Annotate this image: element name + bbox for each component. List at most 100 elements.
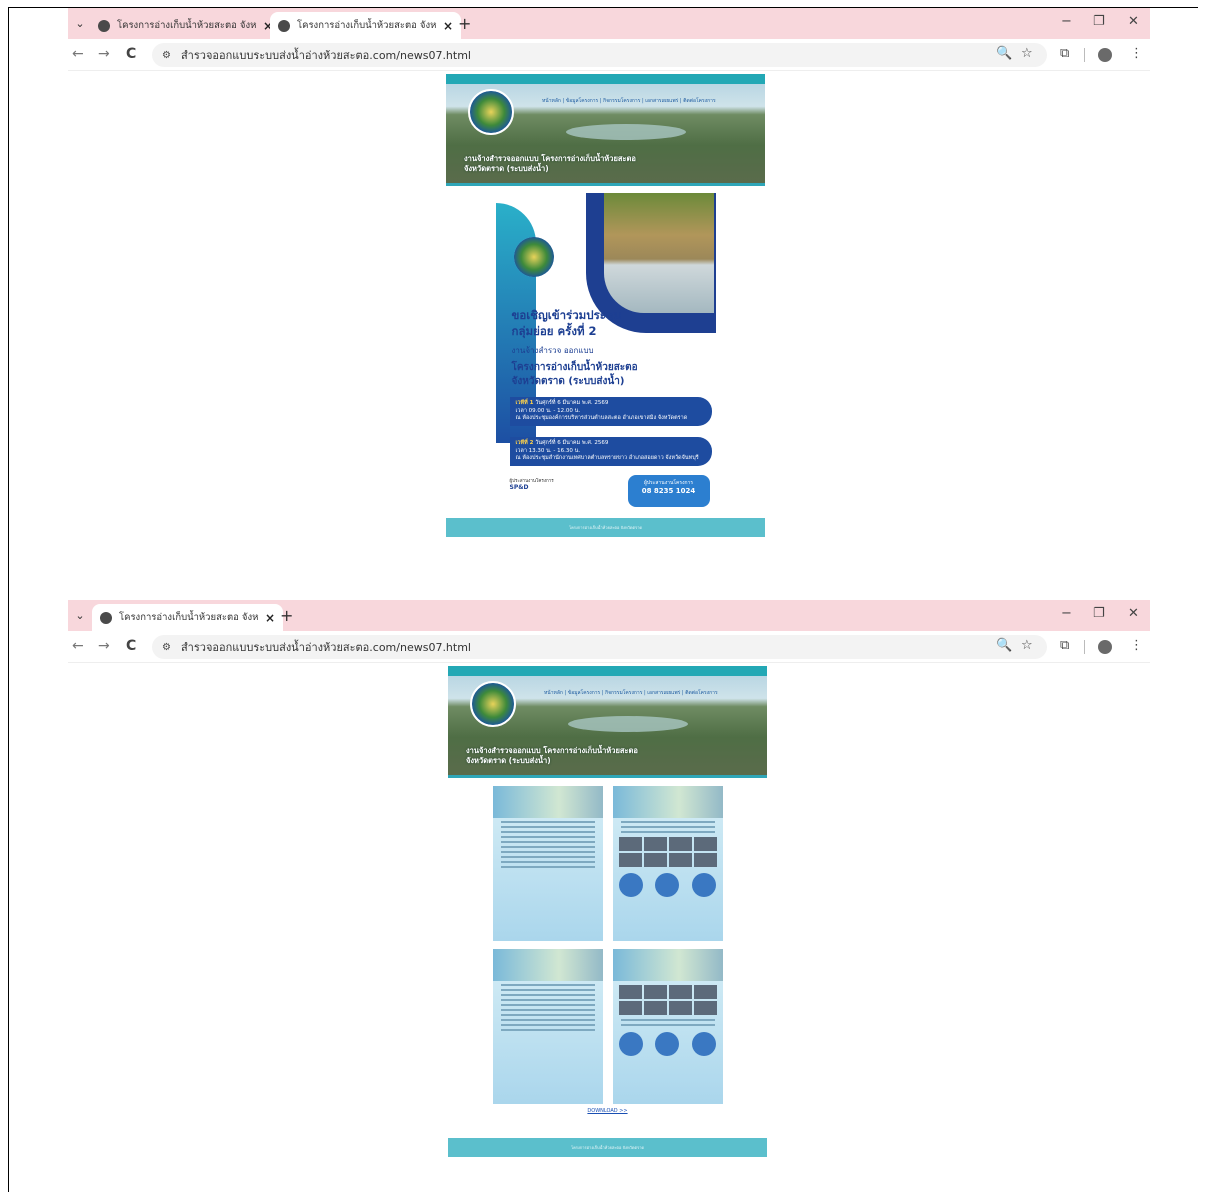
banner-divider <box>446 183 765 186</box>
banner-title: งานจ้างสำรวจออกแบบ โครงการอ่างเก็บน้ำห้ว… <box>466 746 638 766</box>
photo-thumbnail <box>643 985 667 999</box>
globe-icon <box>98 19 110 32</box>
photo-thumbnail <box>693 837 717 851</box>
stat-circle <box>692 1032 717 1056</box>
document-page-4[interactable] <box>612 949 723 1104</box>
bookmark-star-icon[interactable]: ☆ <box>1021 638 1033 653</box>
new-tab-button[interactable]: + <box>280 606 293 625</box>
photo-thumbnail <box>618 837 642 851</box>
text-line <box>500 851 595 853</box>
new-tab-button[interactable]: + <box>458 14 471 33</box>
document-page-2[interactable] <box>612 786 723 941</box>
site-menu[interactable]: หน้าหลัก | ข้อมูลโครงการ | กิจกรรมโครงกา… <box>542 97 716 105</box>
bookmark-star-icon[interactable]: ☆ <box>1021 46 1033 61</box>
window-close-button[interactable]: ✕ <box>1128 606 1139 621</box>
tab-title: โครงการอ่างเก็บน้ำห้วยสะตอ จังหวัดตราด <box>117 20 257 31</box>
session-2-time: เวลา 13.30 น. - 16.30 น. <box>515 447 581 454</box>
tab-active[interactable]: โครงการอ่างเก็บน้ำห้วยสะตอ จังหวัดตราด × <box>270 12 462 39</box>
photo-thumbnails <box>618 985 717 1015</box>
menu-icon[interactable]: ⋮ <box>1130 46 1143 61</box>
document-page-3[interactable] <box>492 949 603 1104</box>
text-line <box>500 826 595 828</box>
tab-active[interactable]: โครงการอ่างเก็บน้ำห้วยสะตอ จังหวัดตราด × <box>92 604 284 631</box>
session-2-label: เวทีที่ 2 <box>515 440 534 446</box>
contact-box: ผู้ประสานงานโครงการ 08 8235 1024 <box>627 475 710 507</box>
session-1-date: วันศุกร์ที่ 6 มีนาคม พ.ศ. 2569 <box>535 400 609 406</box>
site-settings-icon[interactable]: ⚙ <box>162 642 171 653</box>
tab-search-icon[interactable]: ⌄ <box>72 16 88 32</box>
photo-thumbnails <box>618 837 717 867</box>
text-line <box>500 999 595 1001</box>
photo-thumbnail <box>693 853 717 867</box>
site-banner: หน้าหลัก | ข้อมูลโครงการ | กิจกรรมโครงกา… <box>448 676 767 778</box>
session-1-place: ณ ห้องประชุมองค์การบริหารส่วนตำบลสะตอ อำ… <box>515 415 688 421</box>
extensions-icon[interactable]: ⧉ <box>1060 638 1069 653</box>
text-line <box>500 861 595 863</box>
text-line <box>500 841 595 843</box>
forward-button[interactable]: → <box>98 638 110 654</box>
web-page: หน้าหลัก | ข้อมูลโครงการ | กิจกรรมโครงกา… <box>446 74 765 537</box>
banner-title-line1: งานจ้างสำรวจออกแบบ โครงการอ่างเก็บน้ำห้ว… <box>464 154 636 163</box>
site-menu[interactable]: หน้าหลัก | ข้อมูลโครงการ | กิจกรรมโครงกา… <box>544 689 718 697</box>
restore-button[interactable]: ❐ <box>1093 14 1105 29</box>
minimize-button[interactable]: − <box>1061 606 1072 621</box>
toolbar-separator <box>1084 48 1085 62</box>
stat-circle <box>618 873 643 897</box>
text-line <box>500 846 595 848</box>
banner-title-line1: งานจ้างสำรวจออกแบบ โครงการอ่างเก็บน้ำห้ว… <box>466 746 638 755</box>
stat-circle <box>655 1032 680 1056</box>
photo-thumbnail <box>618 1001 642 1015</box>
back-button[interactable]: ← <box>72 46 84 62</box>
poster-project: โครงการอ่างเก็บน้ำห้วยสะตอ จังหวัดตราด (… <box>512 361 702 389</box>
photo-thumbnail <box>643 837 667 851</box>
close-icon[interactable]: × <box>265 611 275 625</box>
poster-subtitle: งานจ้างสำรวจ ออกแบบ <box>511 346 594 355</box>
minimize-button[interactable]: − <box>1061 14 1072 29</box>
agency-logo <box>468 89 514 135</box>
poster-title-line1: ขอเชิญเข้าร่วมประชุม <box>511 308 622 322</box>
text-line <box>500 1029 595 1031</box>
poster-title-line2: กลุ่มย่อย ครั้งที่ 2 <box>511 324 597 338</box>
contact-phone: 08 8235 1024 <box>641 487 696 495</box>
address-bar[interactable]: ⚙ สำรวจออกแบบระบบส่งน้ำอ่างห้วยสะตอ.com/… <box>152 635 1047 659</box>
banner-title-line2: จังหวัดตราด (ระบบส่งน้ำ) <box>464 164 549 173</box>
web-page: หน้าหลัก | ข้อมูลโครงการ | กิจกรรมโครงกา… <box>448 666 767 1157</box>
forward-button[interactable]: → <box>98 46 110 62</box>
dam-photo <box>603 193 714 313</box>
address-bar[interactable]: ⚙ สำรวจออกแบบระบบส่งน้ำอ่างห้วยสะตอ.com/… <box>152 43 1047 67</box>
tab-title: โครงการอ่างเก็บน้ำห้วยสะตอ จังหวัดตราด <box>297 20 437 31</box>
tab-search-icon[interactable]: ⌄ <box>72 608 88 624</box>
page-header-image <box>492 786 603 818</box>
text-line <box>620 1019 715 1021</box>
profile-avatar[interactable] <box>1098 640 1112 654</box>
poster-title: ขอเชิญเข้าร่วมประชุม กลุ่มย่อย ครั้งที่ … <box>512 307 702 339</box>
header-bar <box>448 666 767 676</box>
session-1-box: เวทีที่ 1 วันศุกร์ที่ 6 มีนาคม พ.ศ. 2569… <box>509 397 712 426</box>
restore-button[interactable]: ❐ <box>1093 606 1105 621</box>
menu-icon[interactable]: ⋮ <box>1130 638 1143 653</box>
close-icon[interactable]: × <box>443 19 453 33</box>
agency-logo <box>470 681 516 727</box>
stat-circle <box>655 873 680 897</box>
stat-circle <box>692 873 717 897</box>
tab-inactive[interactable]: โครงการอ่างเก็บน้ำห้วยสะตอ จังหวัดตราด × <box>90 12 281 39</box>
back-button[interactable]: ← <box>72 638 84 654</box>
stat-circles <box>613 873 723 897</box>
photo-thumbnail <box>668 985 692 999</box>
text-line <box>500 831 595 833</box>
poster-project-line1: โครงการอ่างเก็บน้ำห้วยสะตอ <box>511 362 638 373</box>
download-link[interactable]: DOWNLOAD >> <box>587 1108 627 1114</box>
reload-button[interactable]: C <box>126 46 136 62</box>
session-1-label: เวทีที่ 1 <box>515 400 534 406</box>
session-2-box: เวทีที่ 2 วันศุกร์ที่ 6 มีนาคม พ.ศ. 2569… <box>509 437 712 466</box>
zoom-icon[interactable]: 🔍 <box>996 46 1012 61</box>
document-page-1[interactable] <box>492 786 603 941</box>
profile-avatar[interactable] <box>1098 48 1112 62</box>
text-line <box>620 1024 715 1026</box>
tab-bar: ⌄ โครงการอ่างเก็บน้ำห้วยสะตอ จังหวัดตราด… <box>68 600 1150 631</box>
window-close-button[interactable]: ✕ <box>1128 14 1139 29</box>
reload-button[interactable]: C <box>126 638 136 654</box>
extensions-icon[interactable]: ⧉ <box>1060 46 1069 61</box>
zoom-icon[interactable]: 🔍 <box>996 638 1012 653</box>
site-settings-icon[interactable]: ⚙ <box>162 50 171 61</box>
